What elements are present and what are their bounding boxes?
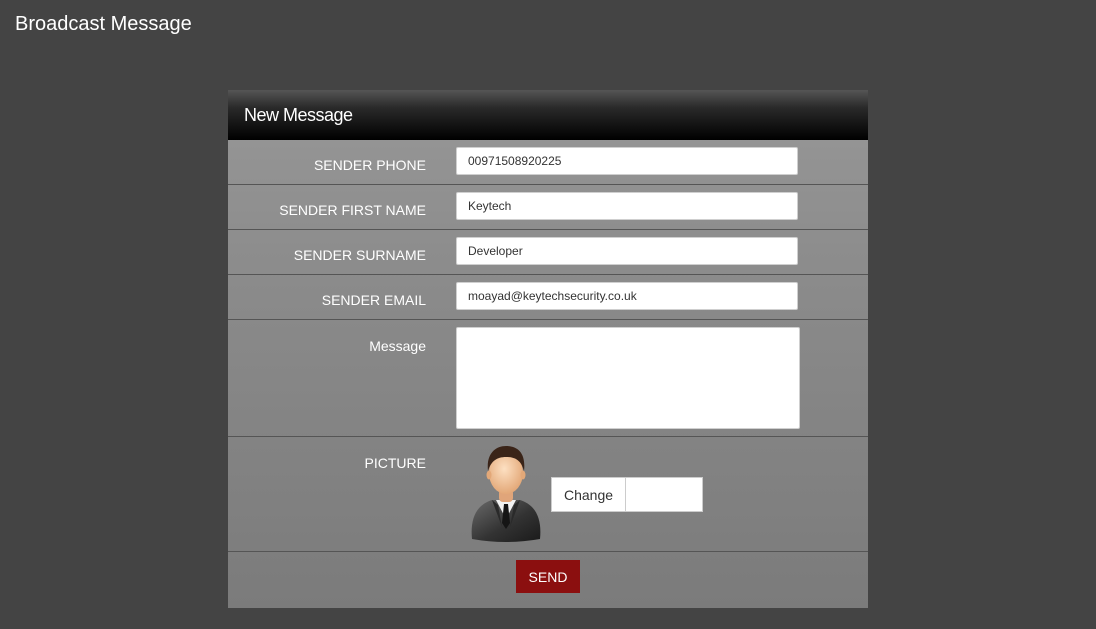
picture-row: PICTURE Change (228, 437, 868, 552)
user-avatar-icon (471, 446, 541, 542)
picture-label: PICTURE (364, 455, 426, 471)
send-button[interactable]: SEND (516, 560, 580, 593)
sender-first-name-row: SENDER FIRST NAME (228, 185, 868, 230)
sender-first-name-label: SENDER FIRST NAME (279, 202, 426, 218)
sender-phone-label: SENDER PHONE (313, 157, 426, 173)
message-textarea[interactable] (456, 327, 800, 429)
page-title: Broadcast Message (15, 13, 192, 35)
panel-title: New Message (244, 104, 353, 125)
sender-surname-label: SENDER SURNAME (293, 247, 426, 263)
sender-phone-input[interactable] (456, 147, 798, 175)
sender-email-row: SENDER EMAIL (228, 275, 868, 320)
sender-surname-input[interactable] (456, 237, 798, 265)
picture-file-control: Change (551, 477, 703, 512)
new-message-panel: New Message SENDER PHONE SENDER FIRST NA… (228, 90, 868, 608)
picture-file-name (626, 478, 702, 511)
change-picture-button[interactable]: Change (552, 478, 626, 511)
sender-first-name-input[interactable] (456, 192, 798, 220)
panel-header: New Message (228, 90, 868, 140)
message-label: Message (369, 338, 426, 354)
sender-surname-row: SENDER SURNAME (228, 230, 868, 275)
message-row: Message (228, 320, 868, 437)
sender-email-label: SENDER EMAIL (321, 292, 426, 308)
send-row: SEND (228, 552, 868, 608)
sender-email-input[interactable] (456, 282, 798, 310)
sender-phone-row: SENDER PHONE (228, 140, 868, 185)
